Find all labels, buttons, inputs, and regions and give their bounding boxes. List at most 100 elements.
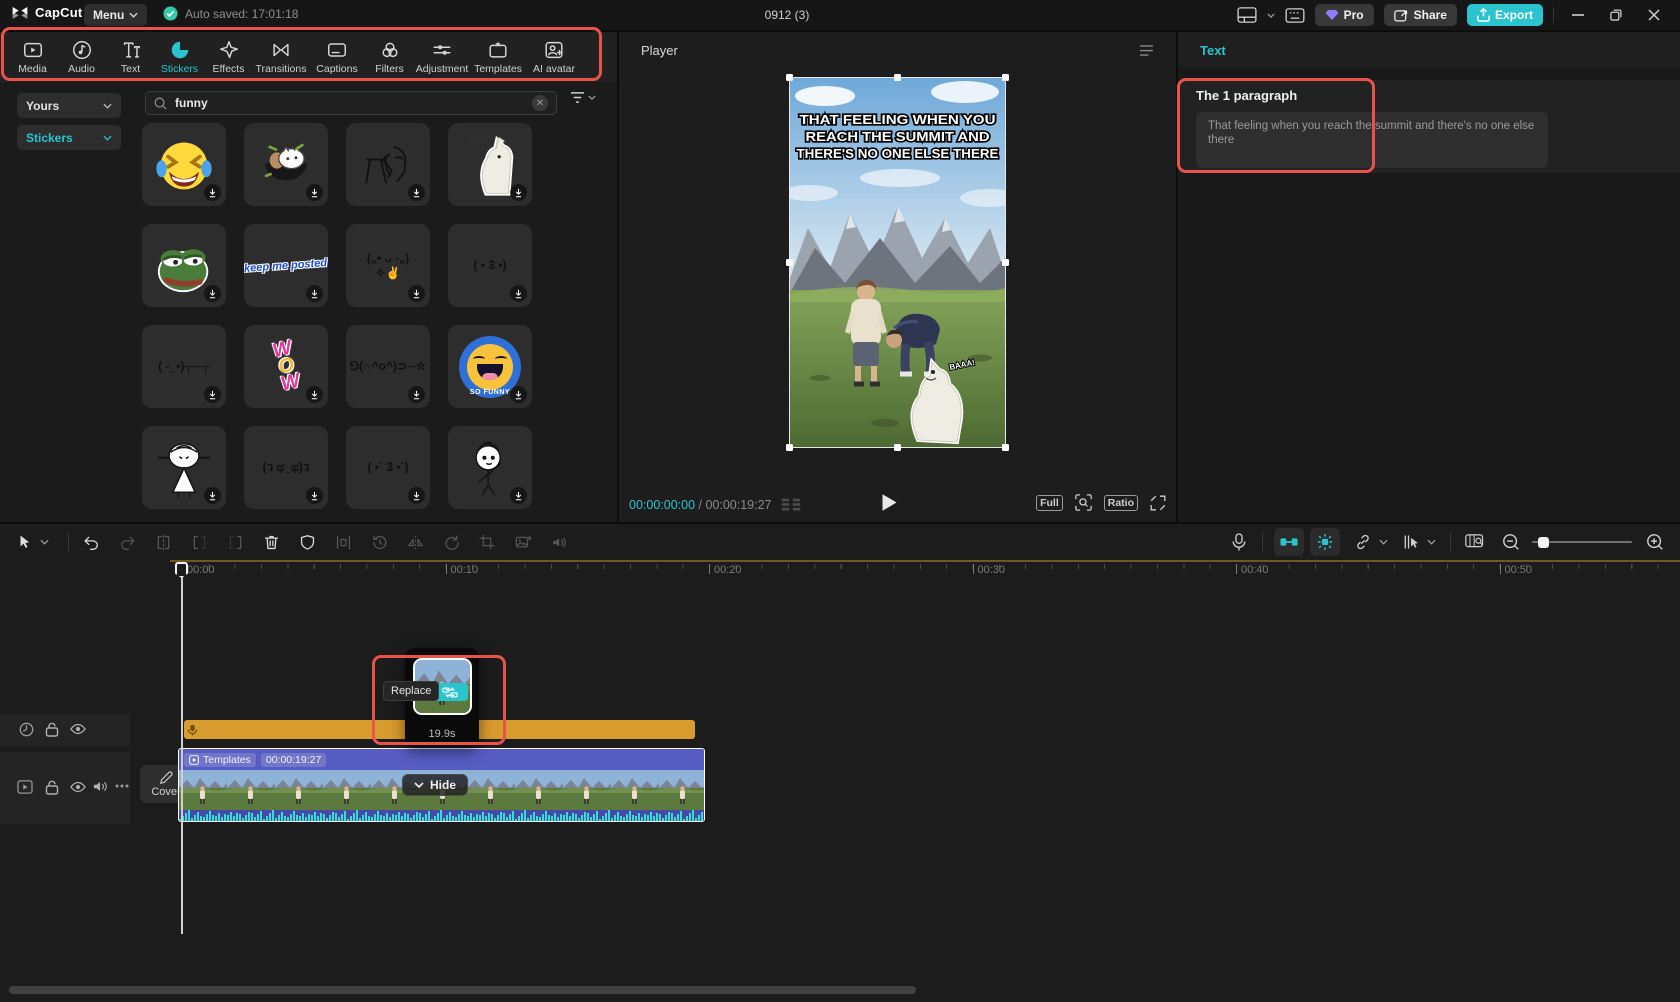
- split-icon[interactable]: [152, 531, 174, 553]
- download-icon[interactable]: [204, 487, 221, 504]
- layout-panels-icon[interactable]: [1237, 7, 1257, 23]
- hide-track-icon[interactable]: [70, 781, 86, 793]
- download-icon[interactable]: [510, 285, 527, 302]
- preview-zoom-icon[interactable]: [1075, 494, 1092, 511]
- mask-icon[interactable]: [296, 531, 318, 553]
- download-icon[interactable]: [204, 386, 221, 403]
- mirror-icon[interactable]: [404, 531, 426, 553]
- split-left-icon[interactable]: [188, 531, 210, 553]
- ratio-button[interactable]: Ratio: [1104, 495, 1138, 511]
- resize-handle[interactable]: [894, 74, 901, 81]
- layout-chevron-icon[interactable]: [1267, 13, 1275, 18]
- video-preview[interactable]: BAAA! THAT FEELING WHEN YOU REACH THE SU…: [790, 78, 1005, 447]
- kaomoji-star-sticker[interactable]: ⅁(∩^o^)⊃─☆: [346, 325, 430, 408]
- download-icon[interactable]: [204, 184, 221, 201]
- resize-handle[interactable]: [786, 259, 793, 266]
- preview-quality-icon[interactable]: [781, 498, 801, 512]
- split-right-icon[interactable]: [224, 531, 246, 553]
- share-button[interactable]: Share: [1384, 4, 1457, 26]
- toolbar-item-transitions[interactable]: Transitions: [253, 39, 309, 75]
- hide-button[interactable]: Hide: [402, 774, 468, 796]
- zoom-in-icon[interactable]: [1644, 531, 1666, 553]
- paragraph-text-field[interactable]: That feeling when you reach the summit a…: [1196, 112, 1548, 168]
- toolbar-item-stickers[interactable]: Stickers: [155, 39, 204, 75]
- kaomoji-wink-sticker[interactable]: („• ᴗ -„)✧✌: [346, 224, 430, 307]
- download-icon[interactable]: [306, 386, 323, 403]
- toolbar-item-media[interactable]: Media: [8, 39, 57, 75]
- download-icon[interactable]: [408, 285, 425, 302]
- toolbar-item-captions[interactable]: Captions: [309, 39, 365, 75]
- pepe-frog-sticker[interactable]: [142, 224, 226, 307]
- toolbar-item-text[interactable]: Text: [106, 39, 155, 75]
- timeline-ruler[interactable]: 00:0000:1000:2000:3000:4000:50: [0, 562, 1680, 582]
- image-add-icon[interactable]: [512, 531, 534, 553]
- export-button[interactable]: Export: [1467, 4, 1543, 26]
- voiceover-mic-icon[interactable]: [1228, 531, 1250, 553]
- fullscreen-icon[interactable]: [1150, 495, 1166, 511]
- auto-snap-button[interactable]: [1310, 528, 1340, 556]
- maximize-button[interactable]: [1602, 1, 1630, 29]
- close-button[interactable]: [1640, 1, 1668, 29]
- magnetic-snap-button[interactable]: [1274, 528, 1304, 556]
- player-menu-icon[interactable]: [1139, 45, 1154, 56]
- more-options-icon[interactable]: [115, 784, 129, 788]
- resize-handle[interactable]: [1002, 74, 1009, 81]
- rotate-icon[interactable]: [440, 531, 462, 553]
- select-tool-chevron-icon[interactable]: [38, 531, 50, 553]
- cat-braa-sticker[interactable]: BRA!: [448, 123, 532, 206]
- toolbar-item-filters[interactable]: Filters: [365, 39, 414, 75]
- freeze-icon[interactable]: [332, 531, 354, 553]
- undo-icon[interactable]: [80, 531, 102, 553]
- kaomoji-fight-sticker[interactable]: (ว ಥ_ಥ)ว: [244, 426, 328, 509]
- main-track-icon[interactable]: [17, 780, 33, 794]
- mute-track-icon[interactable]: [93, 780, 108, 793]
- download-icon[interactable]: [306, 285, 323, 302]
- preview-frames-icon[interactable]: [1464, 531, 1486, 553]
- download-icon[interactable]: [510, 184, 527, 201]
- resize-handle[interactable]: [894, 444, 901, 451]
- full-button[interactable]: Full: [1036, 495, 1063, 511]
- facepalm-sketch-sticker[interactable]: [346, 123, 430, 206]
- link-clips-icon[interactable]: [1352, 531, 1374, 553]
- lock-track-icon[interactable]: [45, 722, 59, 737]
- menu-button[interactable]: Menu: [84, 4, 147, 26]
- download-icon[interactable]: [510, 386, 527, 403]
- laughing-emoji-sticker[interactable]: [142, 123, 226, 206]
- toolbar-item-adjustment[interactable]: Adjustment: [414, 39, 470, 75]
- track-select-chevron-icon[interactable]: [1424, 531, 1438, 553]
- wow-sticker[interactable]: WOW: [244, 325, 328, 408]
- download-icon[interactable]: [204, 285, 221, 302]
- kaomoji-kiss-sticker[interactable]: ( • 3 •): [448, 224, 532, 307]
- pro-button[interactable]: Pro: [1315, 4, 1374, 26]
- play-button[interactable]: [881, 493, 898, 512]
- lock-track-icon[interactable]: [45, 780, 59, 795]
- minimize-button[interactable]: [1564, 1, 1592, 29]
- zoom-out-icon[interactable]: [1500, 531, 1522, 553]
- redo-icon[interactable]: [116, 531, 138, 553]
- toolbar-item-templates[interactable]: Templates: [470, 39, 526, 75]
- track-select-icon[interactable]: [1400, 531, 1422, 553]
- cat-in-bowl-sticker[interactable]: [244, 123, 328, 206]
- toolbar-item-effects[interactable]: Effects: [204, 39, 253, 75]
- download-icon[interactable]: [408, 184, 425, 201]
- delete-icon[interactable]: [260, 531, 282, 553]
- kaomoji-table-sticker[interactable]: ( -_•)┬─┬: [142, 325, 226, 408]
- audio-separate-icon[interactable]: [548, 531, 570, 553]
- boy-sketch-sticker[interactable]: [448, 426, 532, 509]
- resize-handle[interactable]: [1002, 444, 1009, 451]
- toolbar-item-audio[interactable]: Audio: [57, 39, 106, 75]
- history-icon[interactable]: [368, 531, 390, 553]
- track-duration-icon[interactable]: [19, 722, 34, 737]
- resize-handle[interactable]: [786, 444, 793, 451]
- crop-icon[interactable]: [476, 531, 498, 553]
- link-chevron-icon[interactable]: [1376, 531, 1390, 553]
- toolbar-item-ai-avatar[interactable]: AI avatar: [526, 39, 582, 75]
- hide-track-icon[interactable]: [70, 723, 86, 735]
- timeline-horizontal-scrollbar[interactable]: [9, 986, 916, 994]
- download-icon[interactable]: [306, 487, 323, 504]
- tab-text[interactable]: Text: [1200, 43, 1226, 58]
- keep-me-posted-sticker[interactable]: keep me posted: [244, 224, 328, 307]
- download-icon[interactable]: [408, 487, 425, 504]
- resize-handle[interactable]: [1002, 259, 1009, 266]
- download-icon[interactable]: [510, 487, 527, 504]
